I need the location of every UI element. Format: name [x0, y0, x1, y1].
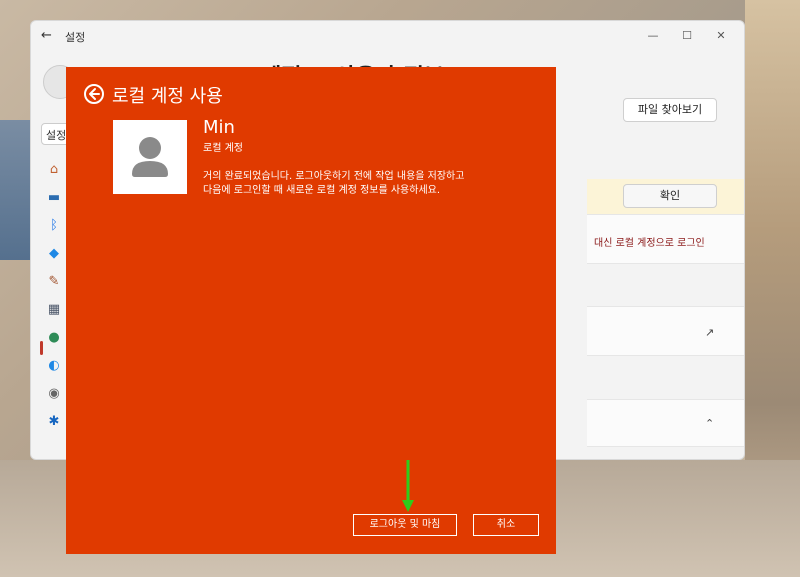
instruction-message: 거의 완료되었습니다. 로그아웃하기 전에 작업 내용을 저장하고 다음에 로그… — [203, 170, 533, 198]
user-avatar-icon — [113, 120, 187, 194]
confirm-button[interactable]: 확인 — [623, 184, 717, 208]
user-name: Min — [203, 117, 235, 138]
chevron-up-icon[interactable]: ⌃ — [705, 417, 714, 430]
accounts-icon[interactable]: ● — [45, 329, 63, 347]
local-account-dialog: 로컬 계정 사용 Min 로컬 계정 거의 완료되었습니다. 로그아웃하기 전에… — [66, 67, 556, 554]
local-account-link[interactable]: 대신 로컬 계정으로 로그인 — [594, 234, 705, 249]
maximize-button[interactable]: ☐ — [670, 25, 704, 47]
back-circle-icon[interactable] — [84, 84, 104, 104]
gaming-icon[interactable]: ◉ — [45, 385, 63, 403]
account-type: 로컬 계정 — [203, 143, 243, 154]
close-button[interactable]: ✕ — [704, 25, 738, 47]
network-icon[interactable]: ◆ — [45, 245, 63, 263]
annotation-arrow-icon — [402, 460, 414, 512]
accessibility-icon[interactable]: ✱ — [45, 413, 63, 431]
system-icon[interactable]: ▬ — [45, 189, 63, 207]
bluetooth-icon[interactable]: ᛒ — [45, 217, 63, 235]
minimize-button[interactable]: — — [636, 25, 670, 47]
nav-active-indicator — [40, 341, 43, 355]
personalization-icon[interactable]: ✎ — [45, 273, 63, 291]
nav-sidebar: ⌂ ▬ ᛒ ◆ ✎ ▦ ● ◐ ◉ ✱ — [45, 161, 65, 441]
browse-files-button[interactable]: 파일 찾아보기 — [623, 98, 717, 122]
link-row — [587, 306, 744, 356]
home-icon[interactable]: ⌂ — [45, 161, 63, 179]
dialog-title: 로컬 계정 사용 — [112, 86, 223, 107]
time-language-icon[interactable]: ◐ — [45, 357, 63, 375]
message-line-1: 거의 완료되었습니다. 로그아웃하기 전에 작업 내용을 저장하고 — [203, 171, 465, 182]
expand-row — [587, 399, 744, 447]
titlebar: ← 설정 — ☐ ✕ — [31, 21, 744, 51]
external-link-icon[interactable]: ↗ — [705, 326, 714, 339]
window-controls: — ☐ ✕ — [636, 25, 738, 47]
back-arrow-icon[interactable]: ← — [41, 28, 52, 43]
window-title: 설정 — [65, 31, 86, 44]
apps-icon[interactable]: ▦ — [45, 301, 63, 319]
cancel-button[interactable]: 취소 — [473, 514, 539, 536]
message-line-2: 다음에 로그인할 때 새로운 로컬 계정 정보를 사용하세요. — [203, 185, 441, 196]
signout-finish-button[interactable]: 로그아웃 및 마침 — [353, 514, 457, 536]
